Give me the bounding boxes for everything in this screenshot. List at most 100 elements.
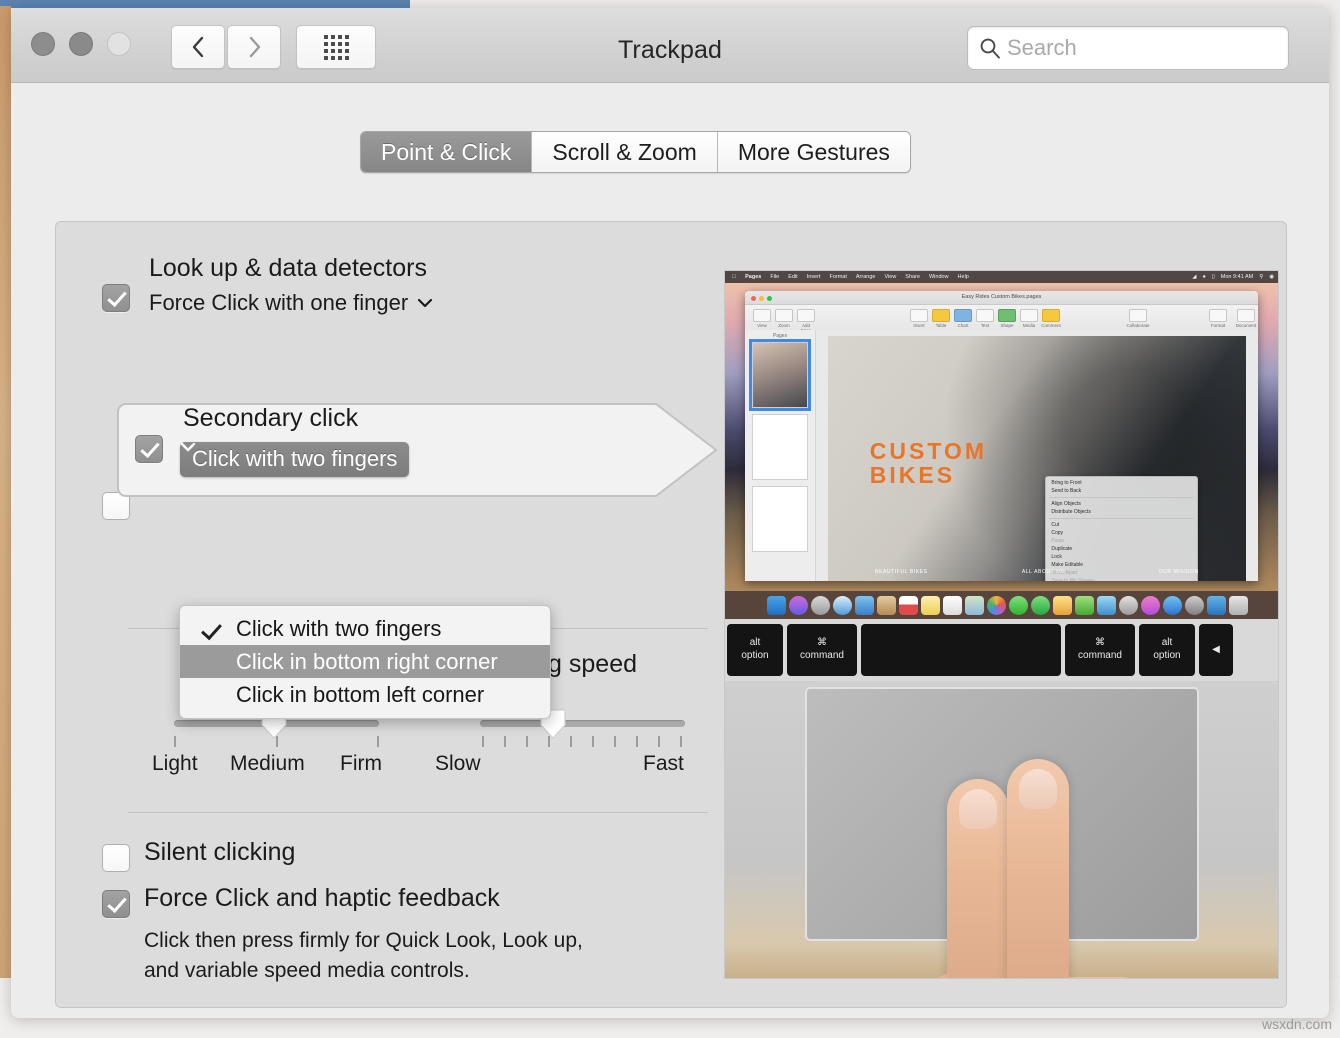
menubar-item-arrange: Arrange [856, 274, 876, 280]
preview-page-thumbnail [752, 486, 808, 552]
tab-more-gestures[interactable]: More Gestures [718, 132, 910, 172]
secondary-click-label: Secondary click [183, 404, 358, 433]
dock-icon-reminders [943, 596, 962, 615]
preview-toolbar-text: Text [981, 323, 989, 328]
key-spacebar [861, 624, 1061, 676]
dock-icon-notes [921, 596, 940, 615]
desktop-top-strip [0, 0, 410, 8]
menubar-clock: Mon 9:41 AM [1221, 274, 1253, 280]
preview-toolbar-insert: Insert [913, 323, 924, 328]
preview-toolbar-format: Format [1211, 323, 1225, 328]
dock-icon-mail [855, 596, 874, 615]
dock-icon-contacts [877, 596, 896, 615]
look-up-label: Look up & data detectors [149, 254, 427, 283]
dock-icon-app-store [1163, 596, 1182, 615]
window-content: Point & Click Scroll & Zoom More Gesture… [11, 83, 1329, 1018]
preview-headline-line2: BIKES [870, 463, 987, 487]
bluetooth-icon: ● [1202, 274, 1205, 280]
secondary-click-dropdown-menu[interactable]: Click with two fingers Click in bottom r… [179, 605, 551, 719]
ctx-lock: Lock [1046, 553, 1196, 561]
preview-sidebar-label: Pages [745, 333, 815, 339]
look-up-popup-button[interactable]: Force Click with one finger [149, 290, 433, 316]
look-up-checkbox[interactable] [102, 284, 130, 312]
menubar-item-view: View [884, 274, 896, 280]
tab-scroll-and-zoom[interactable]: Scroll & Zoom [532, 132, 717, 172]
secondary-click-popup-button[interactable]: Click with two fingers [180, 442, 409, 477]
preview-pages-sidebar: Pages [745, 330, 816, 581]
menu-item-click-in-bottom-left-corner[interactable]: Click in bottom left corner [180, 678, 550, 711]
dock-icon-keynote [1097, 596, 1116, 615]
search-input[interactable] [1003, 35, 1299, 61]
menubar-item-help: Help [958, 274, 969, 280]
ctx-bring-to-front: Bring to Front [1046, 479, 1196, 487]
gesture-preview-video[interactable]:  Pages File Edit Insert Format Arrange … [724, 270, 1279, 979]
force-click-checkbox[interactable] [102, 890, 130, 918]
click-slider-label-firm: Firm [340, 752, 382, 776]
dock-icon-trash [1229, 596, 1248, 615]
click-slider-label-light: Light [152, 752, 198, 776]
menubar-item-share: Share [905, 274, 920, 280]
dock-icon-launchpad [811, 596, 830, 615]
search-icon [979, 37, 1001, 59]
dock-icon-system-preferences [1119, 596, 1138, 615]
ctx-copy: Copy [1046, 529, 1196, 537]
setting-force-click[interactable]: Force Click and haptic feedback Click th… [92, 882, 712, 1012]
look-up-popup-value: Force Click with one finger [149, 290, 408, 316]
key-command-left: ⌘ command [787, 624, 857, 676]
preview-toolbar-view: View [757, 323, 767, 328]
preview-finger-middle [1007, 759, 1069, 978]
chevron-down-icon [180, 442, 196, 452]
silent-clicking-checkbox[interactable] [102, 844, 130, 872]
preview-document-title: Easy Rides Custom Bikes.pages [745, 294, 1258, 300]
search-field[interactable] [967, 26, 1289, 70]
divider-bottom [128, 812, 708, 813]
preview-document-page: CUSTOM BIKES Bring to Front Send to Back… [828, 336, 1246, 581]
preview-headline-line1: CUSTOM [870, 439, 987, 463]
tracking-speed-label-slow: Slow [435, 752, 481, 776]
preview-pages-toolbar: View Zoom Add Page Insert Table Chart Te… [745, 305, 1258, 332]
menu-item-click-in-bottom-right-corner[interactable]: Click in bottom right corner [180, 645, 550, 678]
ctx-duplicate: Duplicate [1046, 545, 1196, 553]
preview-mac-screen:  Pages File Edit Insert Format Arrange … [725, 271, 1278, 591]
ctx-cut: Cut [1046, 521, 1196, 529]
key-arrow-left: ◀ [1199, 624, 1233, 676]
preview-document-body: Pages CUSTOM BIKES [745, 330, 1258, 581]
force-click-label: Force Click and haptic feedback [144, 884, 500, 913]
battery-icon: ▯ [1212, 274, 1215, 280]
dock-icon-maps [965, 596, 984, 615]
menubar-item-edit: Edit [788, 274, 797, 280]
apple-icon:  [732, 274, 736, 280]
trackpad-preferences-window: Trackpad Point & Click Scroll & Zoom Mor… [11, 8, 1329, 1018]
ctx-make-editable: Make Editable [1046, 561, 1196, 569]
dock-icon-downloads [1207, 596, 1226, 615]
ctx-send-to-back: Send to Back [1046, 487, 1196, 495]
preview-pages-window: Easy Rides Custom Bikes.pages View Zoom … [745, 291, 1258, 581]
tab-point-and-click[interactable]: Point & Click [361, 132, 532, 172]
secondary-click-checkbox[interactable] [135, 435, 163, 463]
preview-headline: CUSTOM BIKES [870, 439, 987, 487]
dock-icon-finder [767, 596, 786, 615]
settings-left-column: Look up & data detectors Force Click wit… [92, 242, 712, 338]
preview-context-menu: Bring to Front Send to Back Align Object… [1045, 476, 1197, 581]
wifi-icon: ◢ [1192, 274, 1196, 280]
dock-icon-siri [789, 596, 808, 615]
desktop-left-strip [0, 0, 11, 1038]
tracking-speed-track[interactable] [480, 720, 685, 727]
dock-icon-calendar [899, 596, 918, 615]
menu-item-label: Click in bottom right corner [236, 649, 498, 674]
key-command-right: ⌘ command [1065, 624, 1135, 676]
dock-icon-pages [1053, 596, 1072, 615]
setting-look-up-and-data-detectors[interactable]: Look up & data detectors Force Click wit… [92, 242, 712, 338]
preview-toolbar-table: Table [936, 323, 947, 328]
secondary-click-callout: Secondary click Click with two fingers [116, 398, 734, 502]
preview-toolbar-zoom: Zoom [778, 323, 790, 328]
key-option-right: alt option [1139, 624, 1195, 676]
menu-item-click-with-two-fingers[interactable]: Click with two fingers [180, 612, 550, 645]
preview-keyboard: alt option ⌘ command ⌘ command alt opti [725, 619, 1279, 681]
menubar-item-format: Format [829, 274, 846, 280]
dock-icon-photos [987, 596, 1006, 615]
preview-footer-2: OUR MISSION [1159, 569, 1199, 575]
setting-silent-clicking[interactable]: Silent clicking [92, 838, 692, 882]
preview-page-thumbnail [752, 342, 808, 408]
preview-trackpad-area [725, 681, 1278, 978]
